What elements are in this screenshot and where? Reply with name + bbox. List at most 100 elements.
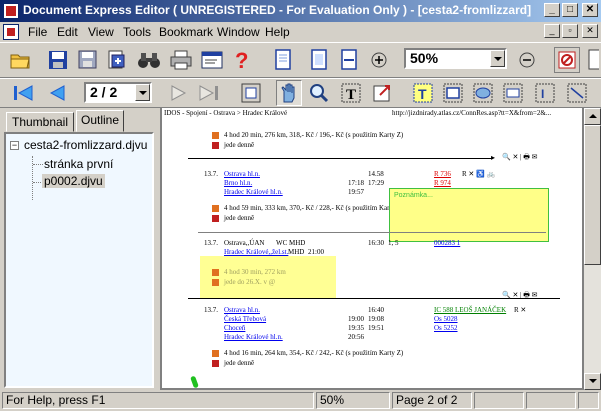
menu-window[interactable]: Window	[217, 25, 260, 39]
tree-item-page-1[interactable]: stránka první	[44, 157, 113, 171]
collapse-icon[interactable]: −	[10, 141, 19, 150]
scroll-thumb[interactable]	[584, 125, 601, 265]
station-link[interactable]: Česká Třebová	[224, 315, 266, 323]
train-link[interactable]: IC 588 LEOŠ JANÁČEK	[434, 306, 506, 314]
status-zoom: 50%	[316, 392, 390, 409]
tree-root-item[interactable]: cesta2-fromlizzard.djvu	[24, 138, 147, 152]
zoom-combo[interactable]: 50%	[404, 48, 507, 69]
rectangle-annotation-button[interactable]	[440, 80, 466, 106]
tab-outline[interactable]: Outline	[76, 110, 124, 132]
save-as-button[interactable]	[75, 47, 101, 73]
export-button[interactable]	[104, 47, 130, 73]
text-tool-icon: T	[341, 83, 361, 103]
station-name: Ostrava,,ÚAN	[224, 239, 265, 247]
document-icon[interactable]	[3, 24, 19, 40]
zoom-tool-button[interactable]	[306, 80, 332, 106]
highlight-annotation-button[interactable]	[500, 80, 526, 106]
station-link[interactable]: Hradec Králové hl.n.	[224, 188, 283, 196]
actual-size-button[interactable]	[238, 80, 264, 106]
first-page-button[interactable]	[10, 80, 36, 106]
single-page-view-button[interactable]	[270, 47, 296, 73]
toolbar-overflow-button[interactable]	[584, 47, 601, 73]
station-link[interactable]: Hradec Králové hl.n.	[224, 333, 283, 341]
train-link[interactable]: Os 5028	[434, 315, 458, 323]
menu-bookmark[interactable]: Bookmark	[159, 25, 213, 39]
size-grip[interactable]	[578, 392, 599, 409]
doc-close-button[interactable]: ✕	[582, 24, 598, 38]
zoom-in-button[interactable]	[366, 47, 392, 73]
next-page-button[interactable]	[166, 80, 192, 106]
last-page-button[interactable]	[196, 80, 222, 106]
first-page-icon	[14, 85, 33, 101]
close-button[interactable]: ✕	[582, 3, 598, 17]
previous-page-button[interactable]	[44, 80, 70, 106]
tree-item-page-2-selected[interactable]: p0002.djvu	[42, 174, 105, 188]
print-button[interactable]	[168, 47, 194, 73]
text-select-button[interactable]: T	[338, 80, 364, 106]
binoculars-icon	[138, 53, 160, 68]
chevron-down-icon[interactable]	[490, 50, 505, 67]
tab-thumbnail[interactable]: Thumbnail	[6, 112, 74, 132]
train-link[interactable]: Os 5252	[434, 324, 458, 332]
doc-minimize-button[interactable]: _	[544, 24, 560, 38]
menu-edit[interactable]: Edit	[57, 25, 78, 39]
find-button[interactable]	[136, 47, 162, 73]
title-bar[interactable]: Document Express Editor ( UNREGISTERED -…	[0, 0, 601, 22]
properties-button[interactable]	[199, 47, 225, 73]
train-features: R ✕ ♿ 🚲	[462, 170, 496, 178]
hand-tool-button[interactable]	[276, 80, 302, 106]
arrival-time: 20:56	[348, 333, 364, 341]
fit-width-button[interactable]	[336, 47, 362, 73]
menu-view[interactable]: View	[88, 25, 114, 39]
fit-page-button[interactable]	[306, 47, 332, 73]
tree-connector	[33, 164, 43, 165]
page-selector[interactable]: 2 / 2	[84, 82, 152, 103]
station-link[interactable]: Ostrava hl.n.	[224, 306, 260, 314]
chevron-down-icon[interactable]	[135, 84, 150, 101]
menu-help[interactable]: Help	[265, 25, 290, 39]
maximize-button[interactable]: □	[562, 3, 578, 17]
doc-restore-button[interactable]: ▫	[562, 24, 578, 38]
link-tool-button[interactable]	[370, 80, 396, 106]
document-page[interactable]: IDOS - Spojení - Ostrava > Hradec Králov…	[162, 108, 582, 388]
highlight-annotation[interactable]	[200, 256, 336, 298]
note-annotation[interactable]: Poznámka...	[389, 188, 549, 242]
station-link[interactable]: Brno hl.n.	[224, 179, 252, 187]
document-export-icon	[108, 50, 125, 69]
ellipse-annotation-button[interactable]	[470, 80, 496, 106]
train-features: R ✕	[514, 306, 527, 314]
document-view[interactable]: IDOS - Spojení - Ostrava > Hradec Králov…	[160, 108, 601, 390]
open-folder-button[interactable]	[8, 47, 34, 73]
app-icon[interactable]	[3, 3, 19, 19]
info-icon	[212, 360, 219, 367]
save-button[interactable]	[45, 47, 71, 73]
svg-text:T: T	[418, 86, 427, 102]
page-width-icon	[341, 49, 357, 70]
zoom-out-button[interactable]	[514, 47, 540, 73]
bus-link[interactable]: 000283 1	[434, 239, 460, 247]
text-box-button[interactable]: I	[532, 80, 558, 106]
minimize-button[interactable]: _	[544, 3, 560, 17]
scroll-up-button[interactable]	[584, 108, 601, 125]
station-extra: MHD	[288, 248, 305, 256]
station-link[interactable]: Hradec Králové,,žel.st.	[224, 248, 288, 256]
status-empty-1	[474, 392, 524, 409]
divider	[198, 232, 546, 233]
help-button[interactable]: ?	[229, 47, 255, 73]
station-link[interactable]: Ostrava hl.n.	[224, 170, 260, 178]
vertical-scrollbar[interactable]	[584, 108, 601, 390]
menu-tools[interactable]: Tools	[123, 25, 151, 39]
text-annotation-button[interactable]: T	[410, 80, 436, 106]
menu-file[interactable]: File	[28, 25, 47, 39]
info-icon	[212, 132, 219, 139]
train-link[interactable]: R 736	[434, 170, 451, 178]
line-annotation-button[interactable]	[564, 80, 590, 106]
svg-text:T: T	[346, 87, 356, 103]
scroll-down-button[interactable]	[584, 373, 601, 390]
plus-circle-icon	[371, 52, 387, 68]
station-link[interactable]: Choceň	[224, 324, 245, 332]
arrival-time: 21:00	[308, 248, 324, 256]
svg-text:I: I	[541, 87, 544, 101]
register-button[interactable]	[554, 47, 580, 73]
train-link[interactable]: R 974	[434, 179, 451, 187]
